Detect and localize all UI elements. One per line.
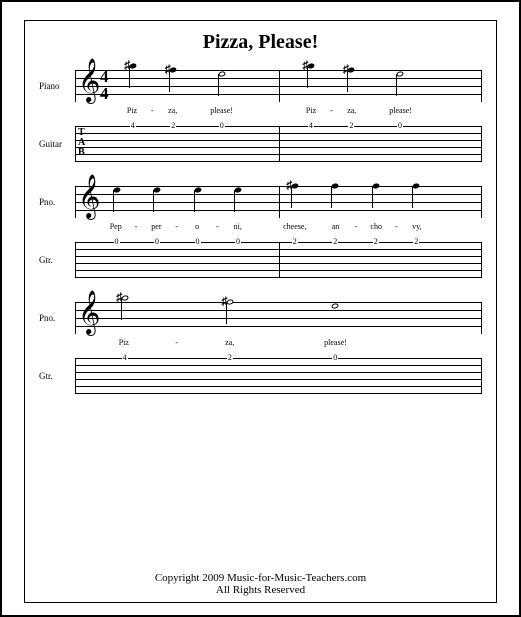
treble-clef-icon: 𝄞	[78, 62, 100, 100]
note-stem	[372, 186, 373, 208]
sharp-accidental: ♯	[343, 62, 349, 77]
music-system: Pno.𝄞♯ Pep - per - o - ni, cheese, an - cho - vy, Gtr.…	[39, 186, 482, 278]
treble-staff: 𝄞44♯♯♯♯	[75, 70, 482, 102]
lyric-syllable: Piz	[306, 106, 316, 115]
lyric-syllable: per	[151, 222, 161, 231]
guitar-tab-staff: 00002222	[75, 242, 482, 278]
lyric-syllable: za,	[168, 106, 177, 115]
piano-label: Piano	[39, 81, 75, 91]
lyric-syllable: an	[332, 222, 340, 231]
copyright-line2: All Rights Reserved	[39, 584, 482, 596]
lyric-syllable: Piz	[127, 106, 137, 115]
lyric-syllable: -	[175, 222, 178, 231]
note	[331, 183, 339, 190]
guitar-label: Gtr.	[39, 371, 75, 381]
note-stem	[153, 190, 154, 212]
piano-label: Pno.	[39, 197, 75, 207]
tab-fret-number: 4	[308, 122, 314, 130]
sharp-accidental: ♯	[124, 58, 130, 73]
treble-clef-icon: 𝄞	[78, 294, 100, 332]
note-stem	[113, 190, 114, 212]
tab-fret-number: 2	[373, 238, 379, 246]
note	[372, 183, 380, 190]
sharp-accidental: ♯	[286, 178, 292, 193]
copyright-line1: Copyright 2009 Music-for-Music-Teachers.…	[39, 572, 482, 584]
note	[331, 303, 339, 310]
guitar-tab-staff: 420	[75, 358, 482, 394]
lyric-syllable: please!	[210, 106, 233, 115]
lyric-syllable: cheese,	[283, 222, 306, 231]
sharp-accidental: ♯	[165, 62, 171, 77]
note-stem	[331, 186, 332, 208]
barline	[279, 186, 280, 218]
lyric-syllable: -	[175, 338, 178, 347]
tab-fret-number: 2	[413, 238, 419, 246]
tab-label-icon: TAB	[78, 128, 85, 158]
note	[153, 187, 161, 194]
lyric-syllable: Piz	[119, 338, 129, 347]
lyric-syllable: o	[195, 222, 199, 231]
content-frame: Pizza, Please! Piano𝄞44♯♯♯♯Piz-za,please…	[24, 20, 497, 603]
piano-label: Pno.	[39, 313, 75, 323]
note-stem	[218, 74, 219, 96]
note-stem	[194, 190, 195, 212]
tab-fret-number: 0	[154, 238, 160, 246]
note	[234, 187, 242, 194]
tab-fret-number: 0	[219, 122, 225, 130]
note-stem	[234, 190, 235, 212]
treble-staff: 𝄞♯	[75, 186, 482, 218]
tab-fret-number: 2	[348, 122, 354, 130]
time-signature: 44	[100, 68, 109, 102]
lyric-syllable: -	[330, 106, 333, 115]
note	[112, 187, 120, 194]
sharp-accidental: ♯	[116, 290, 122, 305]
lyric-syllable: please!	[389, 106, 412, 115]
lyric-syllable: Pep	[110, 222, 122, 231]
tab-fret-number: 2	[227, 354, 233, 362]
tab-fret-number: 0	[235, 238, 241, 246]
barline	[279, 126, 280, 162]
note-stem	[412, 186, 413, 208]
lyric-syllable: cho	[370, 222, 382, 231]
note	[193, 187, 201, 194]
tab-fret-number: 4	[122, 354, 128, 362]
tab-fret-number: 0	[195, 238, 201, 246]
guitar-label: Guitar	[39, 139, 75, 149]
lyric-syllable: -	[135, 222, 138, 231]
lyric-syllable: za,	[347, 106, 356, 115]
song-title: Pizza, Please!	[39, 31, 482, 54]
guitar-label: Gtr.	[39, 255, 75, 265]
tab-fret-number: 2	[332, 238, 338, 246]
note	[412, 183, 420, 190]
tab-fret-number: 4	[130, 122, 136, 130]
tab-fret-number: 0	[114, 238, 120, 246]
treble-staff: 𝄞♯♯	[75, 302, 482, 334]
tab-fret-number: 0	[397, 122, 403, 130]
lyric-syllable: ni,	[234, 222, 242, 231]
lyric-syllable: -	[354, 222, 357, 231]
tab-fret-number: 2	[292, 238, 298, 246]
note-stem	[396, 74, 397, 96]
lyric-syllable: please!	[324, 338, 347, 347]
tab-fret-number: 0	[332, 354, 338, 362]
lyric-syllable: -	[395, 222, 398, 231]
lyric-syllable: -	[151, 106, 154, 115]
sharp-accidental: ♯	[221, 294, 227, 309]
music-system: Pno.𝄞♯♯Piz-za,please!Gtr.420	[39, 302, 482, 394]
barline	[279, 242, 280, 278]
lyric-syllable: vy,	[412, 222, 421, 231]
copyright: Copyright 2009 Music-for-Music-Teachers.…	[39, 568, 482, 596]
note	[396, 71, 404, 78]
note	[218, 71, 226, 78]
sheet-music-page: Pizza, Please! Piano𝄞44♯♯♯♯Piz-za,please…	[0, 0, 521, 617]
lyric-syllable: -	[216, 222, 219, 231]
tab-fret-number: 2	[170, 122, 176, 130]
guitar-tab-staff: TAB420420	[75, 126, 482, 162]
sharp-accidental: ♯	[302, 58, 308, 73]
music-system: Piano𝄞44♯♯♯♯ Piz - za, please! Piz - za, please!…	[39, 70, 482, 162]
lyric-syllable: za,	[225, 338, 234, 347]
treble-clef-icon: 𝄞	[78, 178, 100, 216]
barline	[279, 70, 280, 102]
